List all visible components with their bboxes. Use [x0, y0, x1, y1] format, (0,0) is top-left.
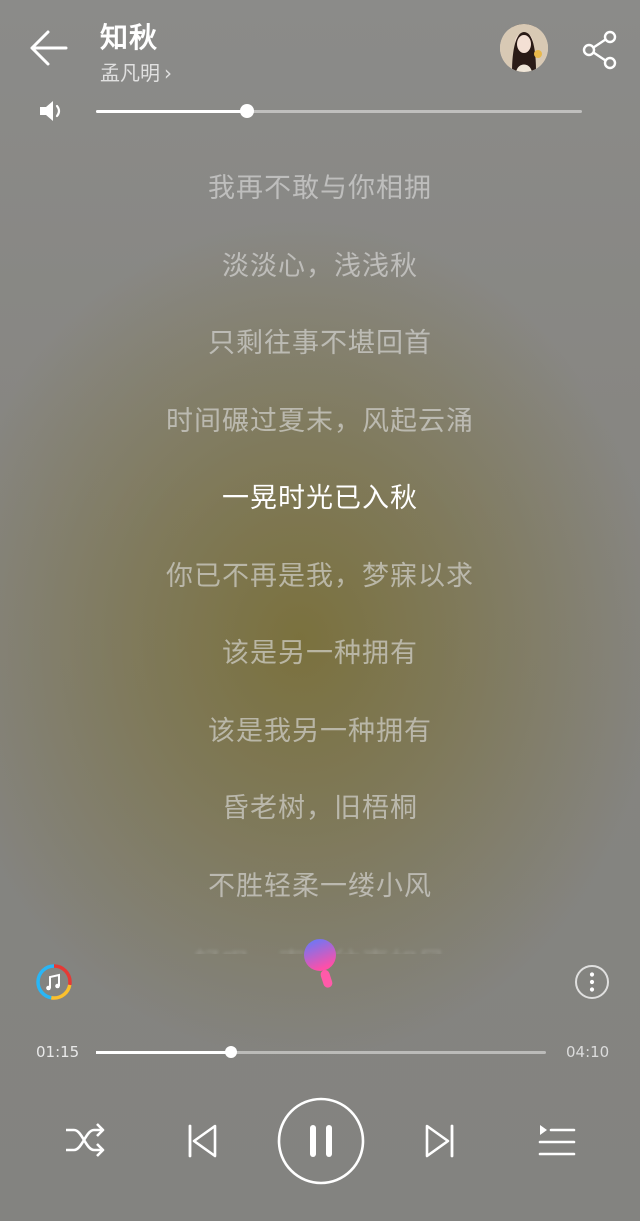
- previous-button[interactable]: [182, 1120, 224, 1162]
- progress-fill: [96, 1051, 231, 1054]
- current-time: 01:15: [36, 1043, 80, 1061]
- progress-slider[interactable]: [96, 1046, 546, 1058]
- next-button[interactable]: [418, 1120, 460, 1162]
- skip-next-icon: [425, 1124, 454, 1158]
- lyric-line: 我再不敢与你相拥: [208, 173, 432, 204]
- lyric-line: 只剩往事不堪回首: [208, 328, 432, 359]
- volume-knob[interactable]: [239, 104, 254, 118]
- volume-slider[interactable]: [96, 104, 582, 118]
- lyric-line: 昏老树，旧梧桐: [222, 793, 418, 824]
- microphone-icon: [304, 939, 336, 988]
- volume-fill: [96, 110, 247, 113]
- music-note-badge-icon: [36, 964, 72, 1000]
- more-button[interactable]: [574, 964, 610, 1000]
- lyric-line: 淡淡心，浅浅秋: [222, 250, 418, 282]
- more-vertical-icon: [575, 965, 609, 999]
- music-badge-button[interactable]: [34, 962, 74, 1002]
- song-title: 知秋: [100, 21, 159, 54]
- artist-name: 孟凡明: [100, 61, 160, 85]
- progress-knob[interactable]: [225, 1046, 237, 1058]
- total-time: 04:10: [566, 1043, 610, 1061]
- shuffle-button[interactable]: [62, 1120, 108, 1160]
- playlist-button[interactable]: [534, 1120, 578, 1162]
- share-button[interactable]: [578, 28, 622, 72]
- play-pause-button[interactable]: [276, 1096, 366, 1186]
- back-button[interactable]: [26, 28, 70, 68]
- arrow-left-icon: [30, 30, 68, 66]
- artist-link[interactable]: 孟凡明 ›: [100, 57, 172, 86]
- lyric-line-current: 一晃时光已入秋: [222, 483, 418, 514]
- lyric-line: 时间碾过夏末，风起云涌: [166, 405, 474, 437]
- speaker-icon: [40, 101, 61, 121]
- shuffle-icon: [66, 1123, 105, 1157]
- lyric-line: 不胜轻柔一缕小风: [208, 870, 432, 902]
- share-icon: [582, 30, 617, 70]
- chevron-right-icon: ›: [164, 61, 172, 85]
- lyrics-panel[interactable]: 我再不敢与你相拥 淡淡心，浅浅秋 只剩往事不堪回首 时间碾过夏末，风起云涌 一晃…: [0, 144, 640, 954]
- pause-icon: [277, 1097, 365, 1185]
- lyric-line: 该是另一种拥有: [222, 638, 418, 669]
- volume-button[interactable]: [36, 96, 68, 126]
- playlist-icon: [538, 1125, 576, 1156]
- artist-avatar[interactable]: [500, 24, 548, 72]
- lyric-line: 该是我另一种拥有: [208, 715, 432, 747]
- karaoke-button[interactable]: [298, 936, 344, 992]
- skip-previous-icon: [188, 1124, 217, 1158]
- lyric-line: 你已不再是我，梦寐以求: [166, 560, 474, 592]
